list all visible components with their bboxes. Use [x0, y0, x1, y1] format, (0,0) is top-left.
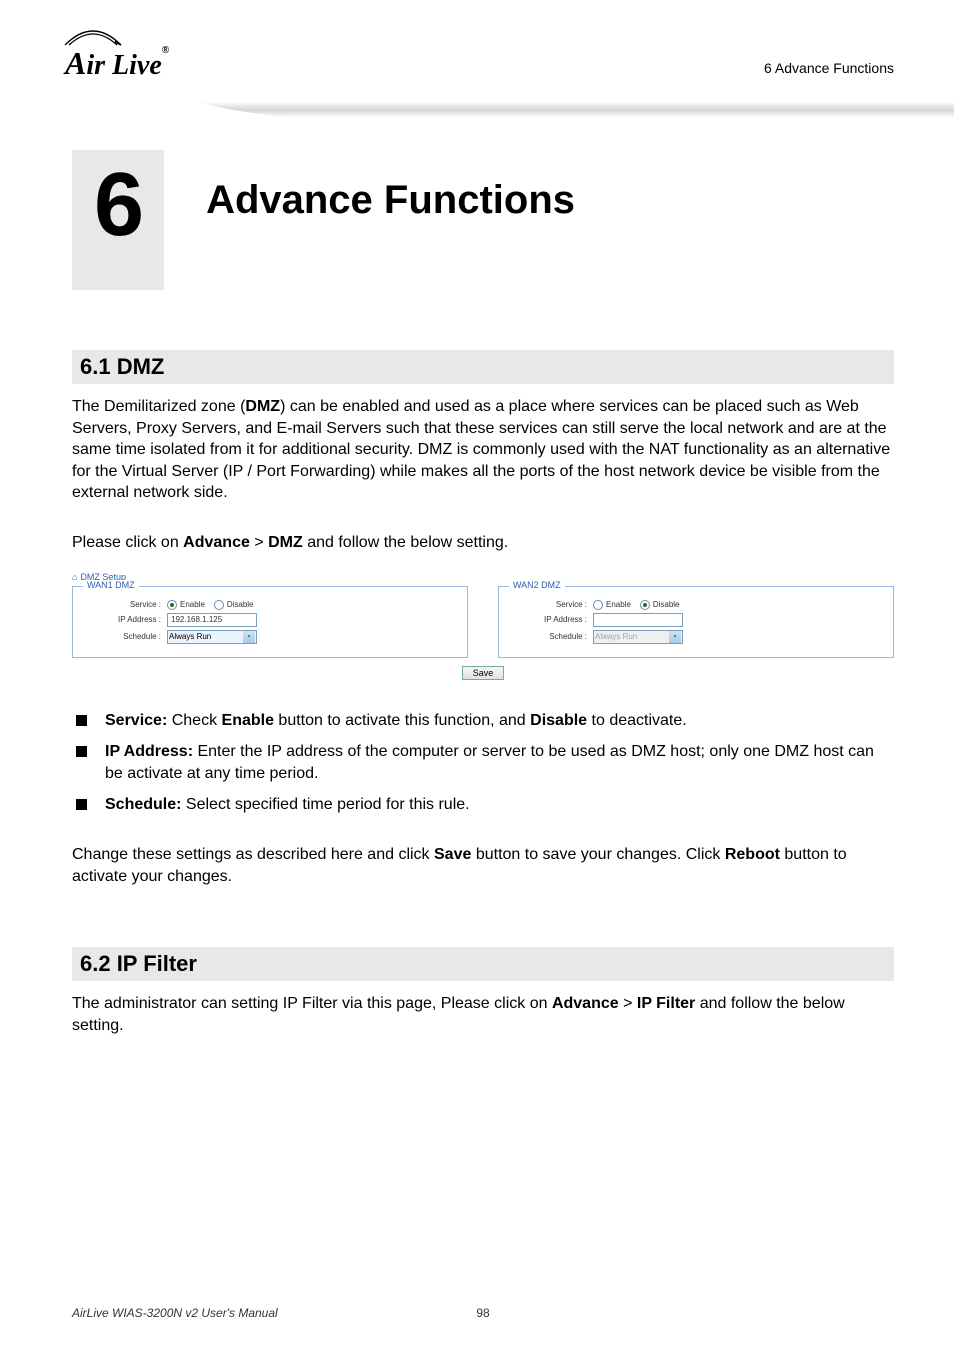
wan2-enable-radio[interactable] — [593, 600, 603, 610]
breadcrumb: ⌂DMZ Setup — [72, 572, 894, 582]
bullet-ip-address: IP Address: Enter the IP address of the … — [76, 741, 894, 784]
section-heading-dmz: 6.1 DMZ — [72, 350, 894, 384]
chevron-down-icon: ▾ — [243, 631, 255, 643]
logo-arc-icon — [63, 25, 123, 47]
square-bullet-icon — [76, 746, 87, 757]
dmz-intro-paragraph: The Demilitarized zone (DMZ) can be enab… — [72, 396, 894, 504]
wan1-legend: WAN1 DMZ — [83, 580, 139, 590]
chevron-down-icon: ▾ — [669, 631, 681, 643]
wan2-ip-input[interactable] — [593, 613, 683, 627]
section-heading-ip-filter: 6.2 IP Filter — [72, 947, 894, 981]
dmz-setup-screenshot: ⌂DMZ Setup WAN1 DMZ Service : Enable Dis… — [72, 572, 894, 680]
wan2-schedule-select[interactable]: Always Run▾ — [593, 630, 683, 644]
wan2-ip-label: IP Address : — [517, 615, 587, 624]
wan2-schedule-label: Schedule : — [517, 632, 587, 641]
chapter-heading: 6 Advance Functions — [72, 150, 894, 290]
footer-manual-title: AirLive WIAS-3200N v2 User's Manual — [72, 1306, 278, 1320]
wan1-schedule-select[interactable]: Always Run▾ — [167, 630, 257, 644]
header-section-label: 6 Advance Functions — [764, 60, 894, 76]
save-reboot-paragraph: Change these settings as described here … — [72, 844, 894, 887]
ip-filter-paragraph: The administrator can setting IP Filter … — [72, 993, 894, 1036]
bullet-schedule: Schedule: Select specified time period f… — [76, 794, 894, 816]
page-footer: AirLive WIAS-3200N v2 User's Manual 98 — [72, 1306, 894, 1320]
wan1-disable-radio[interactable] — [214, 600, 224, 610]
dmz-nav-paragraph: Please click on Advance > DMZ and follow… — [72, 532, 894, 554]
save-button[interactable]: Save — [462, 666, 505, 680]
wan1-dmz-fieldset: WAN1 DMZ Service : Enable Disable IP Add… — [72, 586, 468, 658]
wan1-schedule-label: Schedule : — [91, 632, 161, 641]
square-bullet-icon — [76, 715, 87, 726]
logo-text: Air Live® — [65, 45, 169, 82]
wan2-disable-radio[interactable] — [640, 600, 650, 610]
footer-page-number: 98 — [476, 1306, 489, 1320]
wan2-service-label: Service : — [517, 600, 587, 609]
wan2-dmz-fieldset: WAN2 DMZ Service : Enable Disable IP Add… — [498, 586, 894, 658]
wan1-service-label: Service : — [91, 600, 161, 609]
square-bullet-icon — [76, 799, 87, 810]
home-icon: ⌂ — [72, 572, 77, 582]
wan1-ip-label: IP Address : — [91, 615, 161, 624]
page-header: Air Live® 6 Advance Functions — [0, 0, 954, 120]
chapter-number: 6 — [94, 160, 144, 250]
wan1-enable-radio[interactable] — [167, 600, 177, 610]
header-swoosh-icon — [180, 90, 954, 130]
wan2-legend: WAN2 DMZ — [509, 580, 565, 590]
bullet-service: Service: Check Enable button to activate… — [76, 710, 894, 732]
wan1-ip-input[interactable]: 192.168.1.125 — [167, 613, 257, 627]
chapter-title: Advance Functions — [206, 178, 575, 223]
